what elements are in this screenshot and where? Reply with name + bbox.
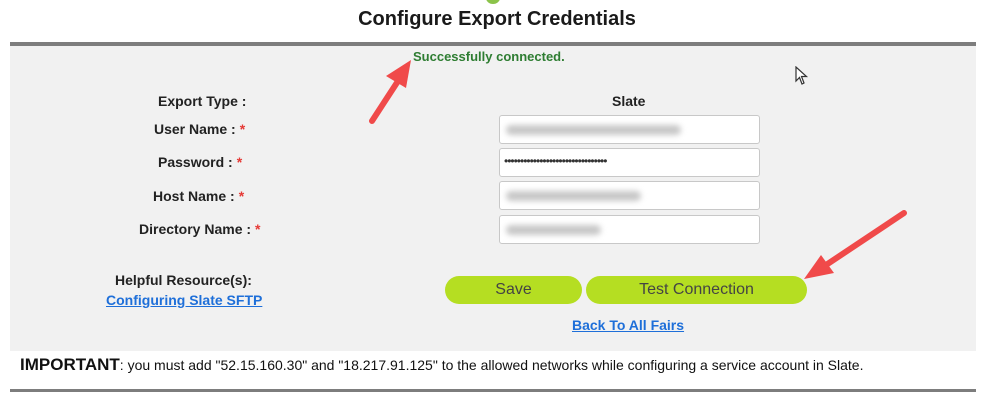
annotation-arrow-icon [369, 60, 411, 124]
annotation-arrow-icon [804, 210, 907, 279]
annotation-arrows [369, 60, 907, 279]
